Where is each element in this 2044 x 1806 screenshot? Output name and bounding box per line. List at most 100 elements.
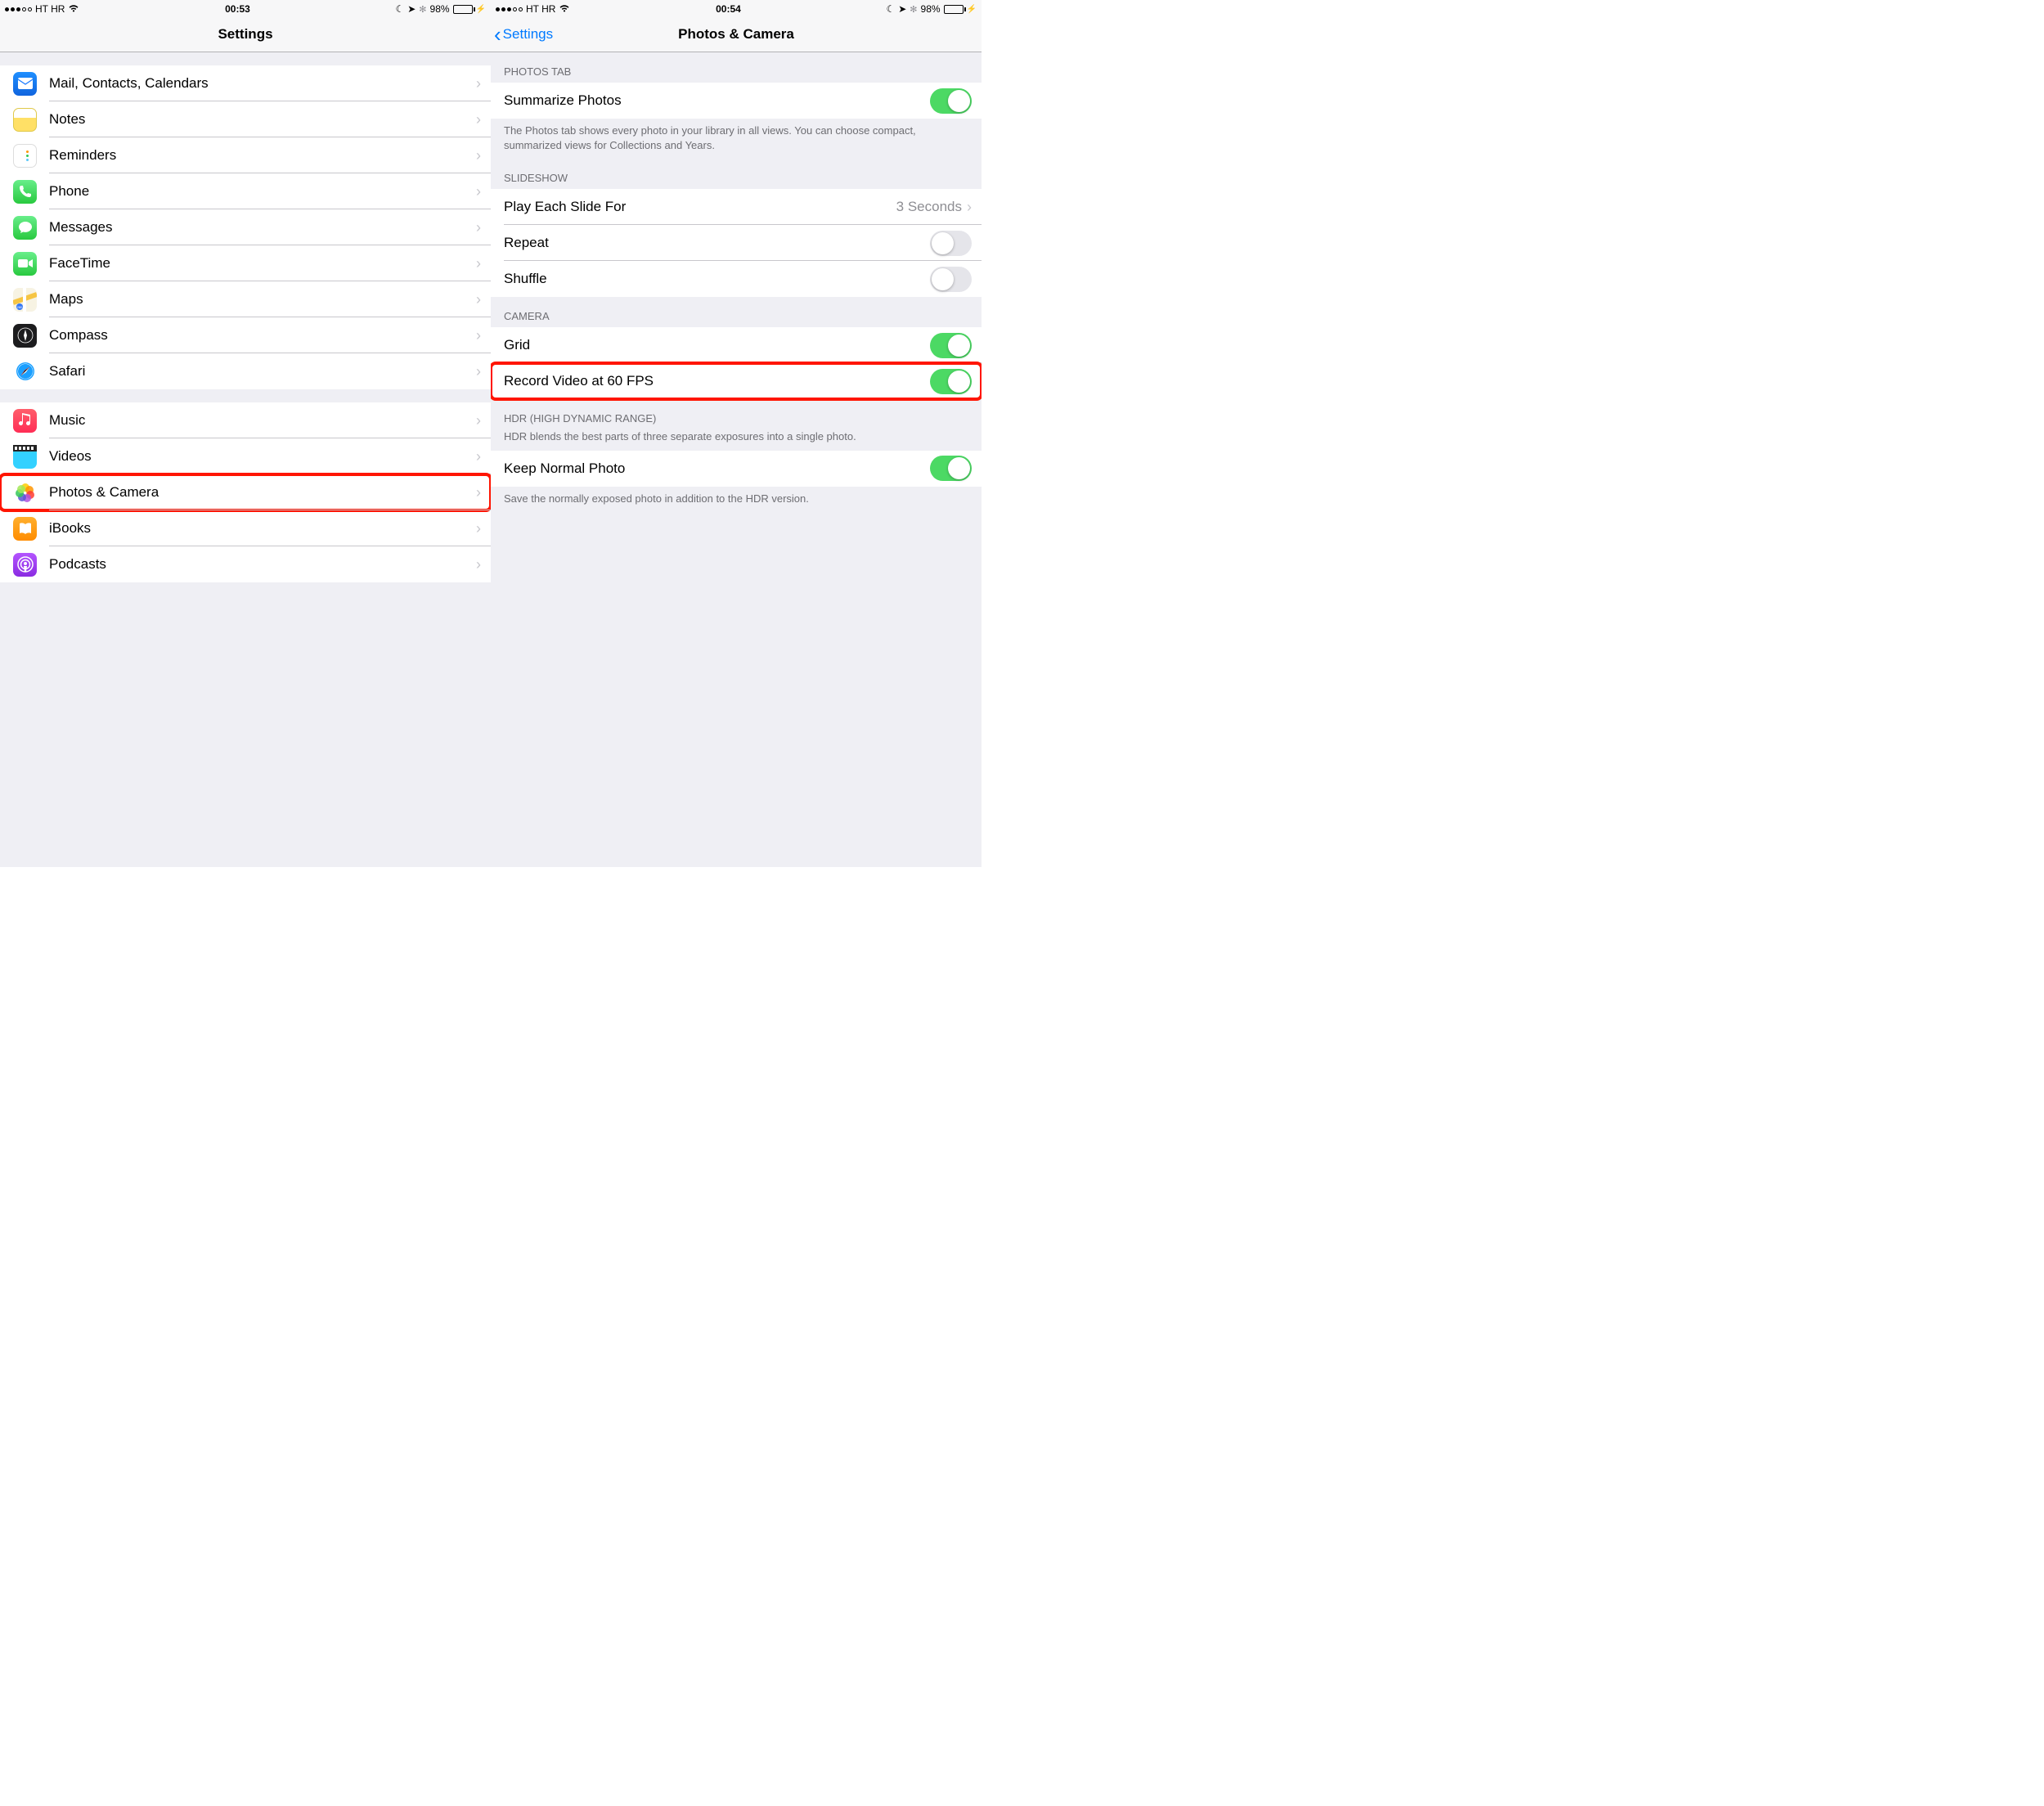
location-icon: ➤ xyxy=(407,3,416,15)
carrier-label: HT HR xyxy=(526,3,555,15)
mail-icon xyxy=(13,72,37,96)
row-label: FaceTime xyxy=(49,255,476,272)
chevron-right-icon: › xyxy=(476,448,481,465)
row-record-60fps[interactable]: Record Video at 60 FPS xyxy=(491,363,982,399)
row-label: Notes xyxy=(49,111,476,128)
battery-icon: ⚡ xyxy=(944,5,977,14)
maps-icon: 280 xyxy=(13,288,37,312)
section-header-photos-tab: PHOTOS TAB xyxy=(491,52,982,83)
settings-group-2: Music›Videos›Photos & Camera›iBooks›Podc… xyxy=(0,402,491,582)
toggle-repeat[interactable] xyxy=(930,231,972,256)
facetime-icon xyxy=(13,252,37,276)
chevron-left-icon: ‹ xyxy=(494,24,501,45)
settings-row-messages[interactable]: Messages› xyxy=(0,209,491,245)
settings-screen: HT HR 00:53 ☾ ➤ ✻ 98% ⚡ Settings Mail, C… xyxy=(0,0,491,867)
settings-row-music[interactable]: Music› xyxy=(0,402,491,438)
section-header-camera: CAMERA xyxy=(491,297,982,327)
settings-group-1: Mail, Contacts, Calendars›Notes›Reminder… xyxy=(0,65,491,389)
chevron-right-icon: › xyxy=(476,484,481,501)
toggle-record-60fps[interactable] xyxy=(930,369,972,394)
moon-icon: ☾ xyxy=(395,3,404,15)
battery-icon: ⚡ xyxy=(453,5,486,14)
nav-bar: ‹ Settings Photos & Camera xyxy=(491,16,982,52)
clock-label: 00:54 xyxy=(716,3,741,15)
location-icon: ➤ xyxy=(898,3,906,15)
back-button[interactable]: ‹ Settings xyxy=(494,16,553,52)
compass-icon xyxy=(13,324,37,348)
carrier-label: HT HR xyxy=(35,3,65,15)
row-summarize-photos[interactable]: Summarize Photos xyxy=(491,83,982,119)
settings-row-safari[interactable]: Safari› xyxy=(0,353,491,389)
row-label: Phone xyxy=(49,183,476,200)
chevron-right-icon: › xyxy=(476,255,481,272)
row-label: Shuffle xyxy=(504,271,930,287)
settings-row-phone[interactable]: Phone› xyxy=(0,173,491,209)
row-keep-normal-photo[interactable]: Keep Normal Photo xyxy=(491,451,982,487)
row-label: Reminders xyxy=(49,147,476,164)
row-label: Photos & Camera xyxy=(49,484,476,501)
settings-row-ibooks[interactable]: iBooks› xyxy=(0,510,491,546)
chevron-right-icon: › xyxy=(476,75,481,92)
row-label: Safari xyxy=(49,363,476,380)
settings-content[interactable]: Mail, Contacts, Calendars›Notes›Reminder… xyxy=(0,52,491,867)
toggle-keep-normal[interactable] xyxy=(930,456,972,481)
row-label: Messages xyxy=(49,219,476,236)
settings-row-reminders[interactable]: Reminders› xyxy=(0,137,491,173)
row-shuffle[interactable]: Shuffle xyxy=(491,261,982,297)
row-grid[interactable]: Grid xyxy=(491,327,982,363)
status-bar: HT HR 00:53 ☾ ➤ ✻ 98% ⚡ xyxy=(0,0,491,16)
row-label: Podcasts xyxy=(49,556,476,573)
chevron-right-icon: › xyxy=(476,147,481,164)
section-desc-hdr: HDR blends the best parts of three separ… xyxy=(491,429,982,451)
wifi-icon xyxy=(559,3,570,15)
safari-icon xyxy=(13,360,37,384)
photos-camera-content[interactable]: PHOTOS TAB Summarize Photos The Photos t… xyxy=(491,52,982,867)
settings-row-notes[interactable]: Notes› xyxy=(0,101,491,137)
section-header-hdr: HDR (HIGH DYNAMIC RANGE) xyxy=(491,399,982,429)
chevron-right-icon: › xyxy=(476,520,481,537)
row-label: Music xyxy=(49,412,476,429)
bluetooth-icon: ✻ xyxy=(910,4,917,15)
settings-row-facetime[interactable]: FaceTime› xyxy=(0,245,491,281)
row-label: Videos xyxy=(49,448,476,465)
videos-icon xyxy=(13,445,37,469)
svg-text:280: 280 xyxy=(17,305,23,309)
row-label: Record Video at 60 FPS xyxy=(504,373,930,389)
settings-row-maps[interactable]: 280 Maps› xyxy=(0,281,491,317)
notes-icon xyxy=(13,108,37,132)
section-footer-hdr: Save the normally exposed photo in addit… xyxy=(491,487,982,513)
chevron-right-icon: › xyxy=(476,219,481,236)
settings-row-mail[interactable]: Mail, Contacts, Calendars› xyxy=(0,65,491,101)
chevron-right-icon: › xyxy=(476,363,481,380)
ibooks-icon xyxy=(13,517,37,541)
row-label: Play Each Slide For xyxy=(504,199,896,215)
settings-row-podcasts[interactable]: Podcasts› xyxy=(0,546,491,582)
phone-icon xyxy=(13,180,37,204)
photos-camera-screen: HT HR 00:54 ☾ ➤ ✻ 98% ⚡ ‹ Settings Photo… xyxy=(491,0,982,867)
row-repeat[interactable]: Repeat xyxy=(491,225,982,261)
page-title: Photos & Camera xyxy=(678,26,794,43)
toggle-summarize-photos[interactable] xyxy=(930,88,972,114)
nav-bar: Settings xyxy=(0,16,491,52)
row-label: Compass xyxy=(49,327,476,344)
row-label: Keep Normal Photo xyxy=(504,460,930,477)
signal-dots-icon xyxy=(5,7,32,11)
section-header-slideshow: SLIDESHOW xyxy=(491,159,982,189)
toggle-shuffle[interactable] xyxy=(930,267,972,292)
page-title: Settings xyxy=(218,26,272,43)
chevron-right-icon: › xyxy=(476,111,481,128)
battery-percent: 98% xyxy=(921,3,941,15)
settings-row-videos[interactable]: Videos› xyxy=(0,438,491,474)
settings-row-compass[interactable]: Compass› xyxy=(0,317,491,353)
row-label: Maps xyxy=(49,291,476,308)
messages-icon xyxy=(13,216,37,240)
row-label: Grid xyxy=(504,337,930,353)
row-value: 3 Seconds xyxy=(896,199,962,215)
bluetooth-icon: ✻ xyxy=(419,4,426,15)
settings-row-photos[interactable]: Photos & Camera› xyxy=(0,474,491,510)
toggle-grid[interactable] xyxy=(930,333,972,358)
music-icon xyxy=(13,409,37,433)
section-footer-photos-tab: The Photos tab shows every photo in your… xyxy=(491,119,982,159)
row-play-each-slide[interactable]: Play Each Slide For 3 Seconds › xyxy=(491,189,982,225)
chevron-right-icon: › xyxy=(476,291,481,308)
